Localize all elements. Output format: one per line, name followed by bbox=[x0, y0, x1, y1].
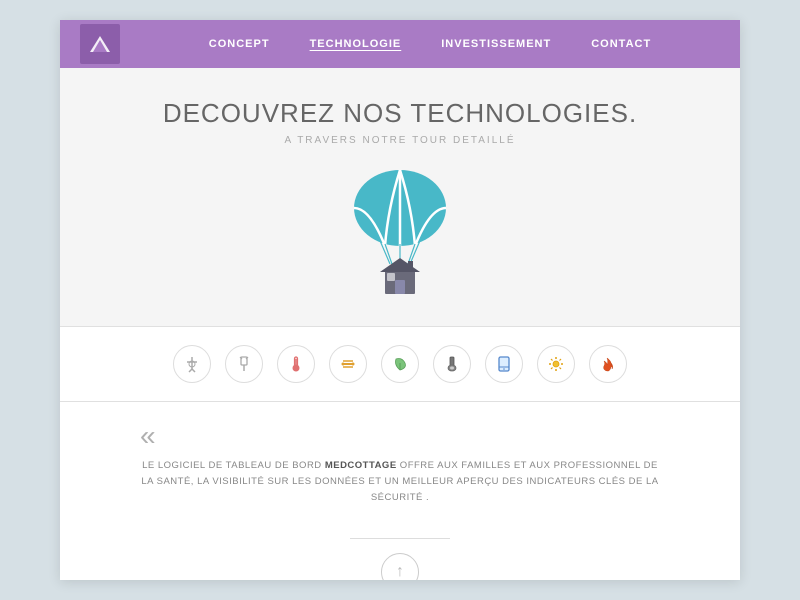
page-wrapper: CONCEPT TECHNOLOGIE INVESTISSEMENT CONTA… bbox=[60, 20, 740, 580]
scroll-up-button[interactable]: ↑ bbox=[381, 553, 419, 580]
nav-link-investissement[interactable]: INVESTISSEMENT bbox=[441, 38, 551, 50]
arrow-up-icon: ↑ bbox=[396, 563, 404, 580]
quote-mark: « bbox=[140, 422, 156, 450]
bottom-section: ↑ bbox=[60, 526, 740, 580]
nav-logo[interactable] bbox=[80, 24, 120, 64]
fire-icon[interactable] bbox=[589, 345, 627, 383]
icons-section bbox=[60, 327, 740, 401]
antenna-icon[interactable] bbox=[173, 345, 211, 383]
quote-brand: MEDCOTTAGE bbox=[325, 460, 397, 471]
nav-bar: CONCEPT TECHNOLOGIE INVESTISSEMENT CONTA… bbox=[60, 20, 740, 68]
hero-title: DECOUVREZ NOS TECHNOLOGIES. bbox=[163, 98, 637, 129]
separator-line bbox=[350, 538, 450, 539]
hero-section: DECOUVREZ NOS TECHNOLOGIES. A TRAVERS NO… bbox=[60, 68, 740, 326]
hero-subtitle: A TRAVERS NOTRE TOUR DETAILLÉ bbox=[284, 135, 515, 146]
thermometer-icon[interactable] bbox=[277, 345, 315, 383]
plug-icon[interactable] bbox=[225, 345, 263, 383]
tools-icon[interactable] bbox=[329, 345, 367, 383]
leaf-icon[interactable] bbox=[381, 345, 419, 383]
flashlight-icon[interactable] bbox=[433, 345, 471, 383]
quote-section: « LE LOGICIEL DE TABLEAU DE BORD MEDCOTT… bbox=[60, 402, 740, 526]
quote-text: LE LOGICIEL DE TABLEAU DE BORD MEDCOTTAG… bbox=[140, 458, 660, 506]
nav-link-concept[interactable]: CONCEPT bbox=[209, 38, 270, 50]
sun-icon[interactable] bbox=[537, 345, 575, 383]
parachute-illustration bbox=[340, 166, 460, 306]
tablet-icon[interactable] bbox=[485, 345, 523, 383]
nav-link-contact[interactable]: CONTACT bbox=[591, 38, 651, 50]
nav-link-technologie[interactable]: TECHNOLOGIE bbox=[310, 38, 402, 50]
nav-links: CONCEPT TECHNOLOGIE INVESTISSEMENT CONTA… bbox=[140, 38, 720, 50]
quote-prefix: LE LOGICIEL DE TABLEAU DE BORD bbox=[142, 460, 325, 471]
